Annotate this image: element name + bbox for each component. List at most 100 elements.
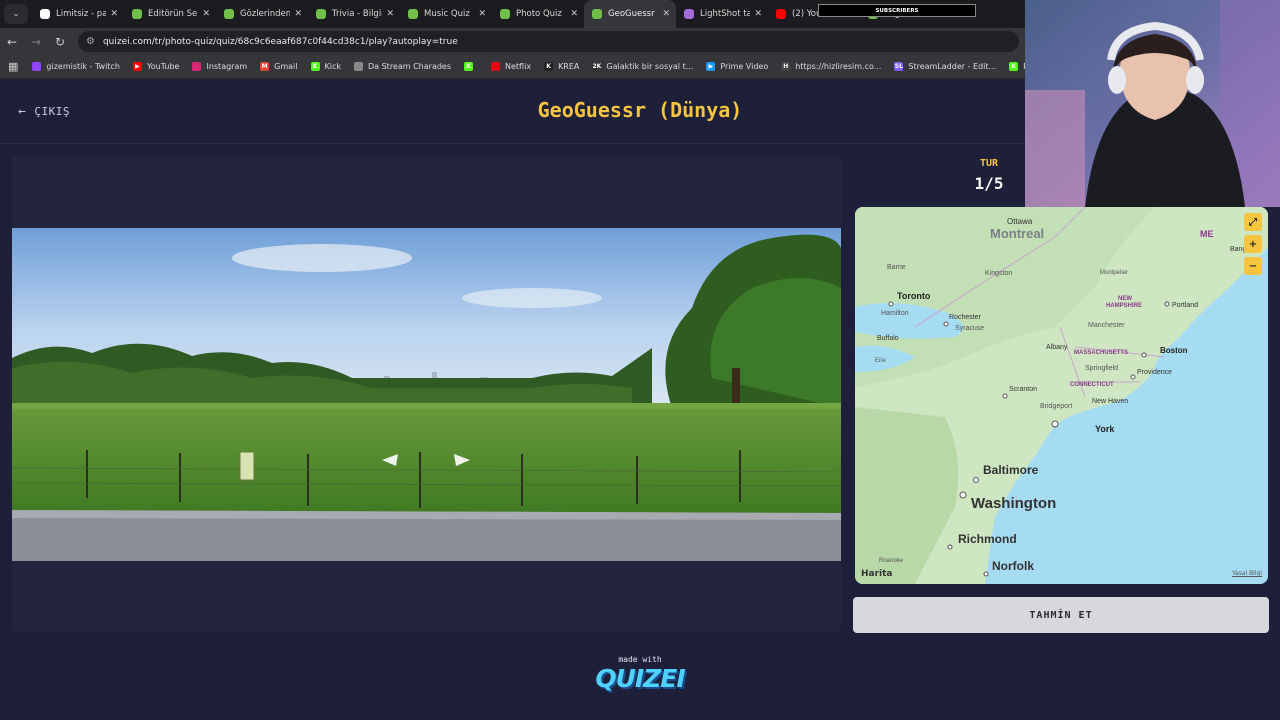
back-arrow-icon[interactable]: ← <box>0 35 24 49</box>
guess-button[interactable]: TAHMİN ET <box>853 597 1269 633</box>
bookmark-favicon-icon <box>192 62 202 71</box>
bookmark-item[interactable]: Hhttps://hizliresim.co... <box>781 62 881 71</box>
url-text: quizei.com/tr/photo-quiz/quiz/68c9c6eaaf… <box>102 36 458 47</box>
site-settings-icon[interactable]: ⚙ <box>86 36 95 47</box>
bookmark-item[interactable]: KPitch KICK <box>1009 62 1025 71</box>
expand-map-icon[interactable]: ⤢ <box>1244 213 1262 231</box>
url-field[interactable]: ⚙ quizei.com/tr/photo-quiz/quiz/68c9c6ea… <box>78 31 1019 52</box>
bookmark-item[interactable]: Netflix <box>491 62 531 71</box>
forward-arrow-icon[interactable]: → <box>24 35 48 49</box>
map-place-label: Scranton <box>1009 386 1038 393</box>
map-place-label: Toronto <box>897 291 931 301</box>
apps-grid-icon[interactable]: ▦ <box>8 60 18 73</box>
bookmark-item[interactable]: ▶ YouTube <box>132 62 180 71</box>
tab-favicon-icon <box>40 9 50 19</box>
browser-tab[interactable]: Editörün Se ✕ <box>124 0 216 28</box>
tab-favicon-icon <box>684 9 694 19</box>
map-place-label: Norfolk <box>992 559 1034 573</box>
bookmarks-bar: ▦ gizemistik - Twitch ▶ YouTube Instagram M G… <box>0 55 1025 79</box>
map-place-label: Hamilton <box>881 310 909 317</box>
zoom-out-icon[interactable]: − <box>1244 257 1262 275</box>
map-place-label: Richmond <box>958 532 1017 546</box>
bookmark-label: Gmail <box>274 62 298 71</box>
bookmark-item[interactable]: K <box>464 62 478 71</box>
tab-title: Gözlerinden <box>240 9 291 19</box>
round-value: 1/5 <box>974 174 1004 193</box>
map-place-label: Montpelier <box>1100 270 1129 276</box>
bookmark-favicon-icon: M <box>260 62 270 71</box>
map-place-label: Erie <box>875 358 886 364</box>
bookmark-label: Instagram <box>206 62 248 71</box>
map-place-label: NEW <box>1118 296 1132 302</box>
tab-title: Music Quiz <box>424 9 470 19</box>
map-place-label: Boston <box>1160 346 1188 355</box>
reload-icon[interactable]: ↻ <box>48 35 72 49</box>
quizei-logo[interactable]: QUIZEI <box>0 664 1280 693</box>
tab-favicon-icon <box>776 9 786 19</box>
tab-close-icon[interactable]: ✕ <box>754 9 762 19</box>
tab-favicon-icon <box>224 9 234 19</box>
tab-search-icon[interactable]: ⌄ <box>4 4 28 24</box>
bookmark-favicon-icon: K <box>1009 62 1019 71</box>
map-place-label: Barrie <box>887 264 906 271</box>
tab-close-icon[interactable]: ✕ <box>110 9 118 19</box>
bookmark-item[interactable]: SL StreamLadder - Edit... <box>894 62 996 71</box>
browser-tab[interactable]: LightShot ta ✕ <box>676 0 768 28</box>
bookmark-label: https://hizliresim.co... <box>795 62 882 71</box>
tab-title: GeoGuessr ( <box>608 9 659 19</box>
made-with-text: made with <box>618 655 662 664</box>
bookmark-item[interactable]: K Kick <box>310 62 341 71</box>
tab-close-icon[interactable]: ✕ <box>570 9 578 19</box>
bookmark-label: Prime Video <box>720 62 769 71</box>
bookmark-favicon-icon: ▶ <box>132 62 142 71</box>
tab-close-icon[interactable]: ✕ <box>386 9 394 19</box>
map-place-label: Montreal <box>990 226 1045 241</box>
map-place-label: Buffalo <box>877 335 899 342</box>
bookmark-item[interactable]: ▶ Prime Video <box>706 62 768 71</box>
tab-favicon-icon <box>316 9 326 19</box>
bookmark-favicon-icon <box>491 62 501 71</box>
subscribers-text: SUBSCRIBERS <box>875 7 919 14</box>
bookmark-item[interactable]: gizemistik - Twitch <box>32 62 120 71</box>
map-place-label: Ottawa <box>1007 217 1033 226</box>
bookmark-label: gizemistik - Twitch <box>46 62 120 71</box>
bookmark-item[interactable]: Da Stream Charades <box>354 62 451 71</box>
map-place-label: Roanoke <box>879 558 904 564</box>
map-canvas <box>855 207 1268 584</box>
map-controls: ⤢ + − <box>1244 213 1262 275</box>
tab-favicon-icon <box>500 9 510 19</box>
map-place-label: Albany <box>1046 344 1068 351</box>
bookmark-item[interactable]: 2K Galaktik bir sosyal t... <box>592 62 693 71</box>
map-legal-link[interactable]: Yasal Bilgi <box>1232 570 1262 577</box>
map-place-label: Providence <box>1137 369 1173 376</box>
bookmark-favicon-icon: K <box>464 62 474 71</box>
bookmark-item[interactable]: Instagram <box>192 62 247 71</box>
browser-tab[interactable]: GeoGuessr (✕ <box>584 0 676 28</box>
browser-tab[interactable]: Limitsiz - pa ✕ <box>32 0 124 28</box>
tab-favicon-icon <box>408 9 418 19</box>
tab-list: Limitsiz - pa ✕ Editörün Se ✕ Gözlerinden ✕ Tr… <box>32 0 952 28</box>
tab-title: LightShot ta <box>700 9 751 19</box>
browser-tab[interactable]: Photo Quiz ✕ <box>492 0 584 28</box>
tab-title: Trivia - Bilgin <box>332 9 383 19</box>
browser-tab[interactable]: Trivia - Bilgin ✕ <box>308 0 400 28</box>
zoom-in-icon[interactable]: + <box>1244 235 1262 253</box>
map-credit: Harita <box>861 569 893 579</box>
tab-close-icon[interactable]: ✕ <box>294 9 302 19</box>
bookmark-item[interactable]: M Gmail <box>260 62 298 71</box>
tab-close-icon[interactable]: ✕ <box>662 9 670 19</box>
guess-map[interactable]: Montreal Ottawa ME Bangor Barrie Kingston Mont… <box>855 207 1268 584</box>
browser-tab[interactable]: Music Quiz ✕ <box>400 0 492 28</box>
street-view-image[interactable] <box>12 228 841 561</box>
bookmark-item[interactable]: K KREA <box>544 62 579 71</box>
screen: ⌄ Limitsiz - pa ✕ Editörün Se ✕ Gözlerinden ✕… <box>0 0 1280 720</box>
bookmark-favicon-icon: K <box>544 62 554 71</box>
browser-tab[interactable]: Gözlerinden ✕ <box>216 0 308 28</box>
map-place-label: Manchester <box>1088 322 1125 329</box>
tab-title: Editörün Se <box>148 9 198 19</box>
tab-close-icon[interactable]: ✕ <box>202 9 210 19</box>
bookmark-label: YouTube <box>146 62 180 71</box>
bookmark-favicon-icon: 2K <box>592 62 602 71</box>
map-place-label: MASSACHUSETTS <box>1074 350 1129 356</box>
tab-close-icon[interactable]: ✕ <box>478 9 486 19</box>
